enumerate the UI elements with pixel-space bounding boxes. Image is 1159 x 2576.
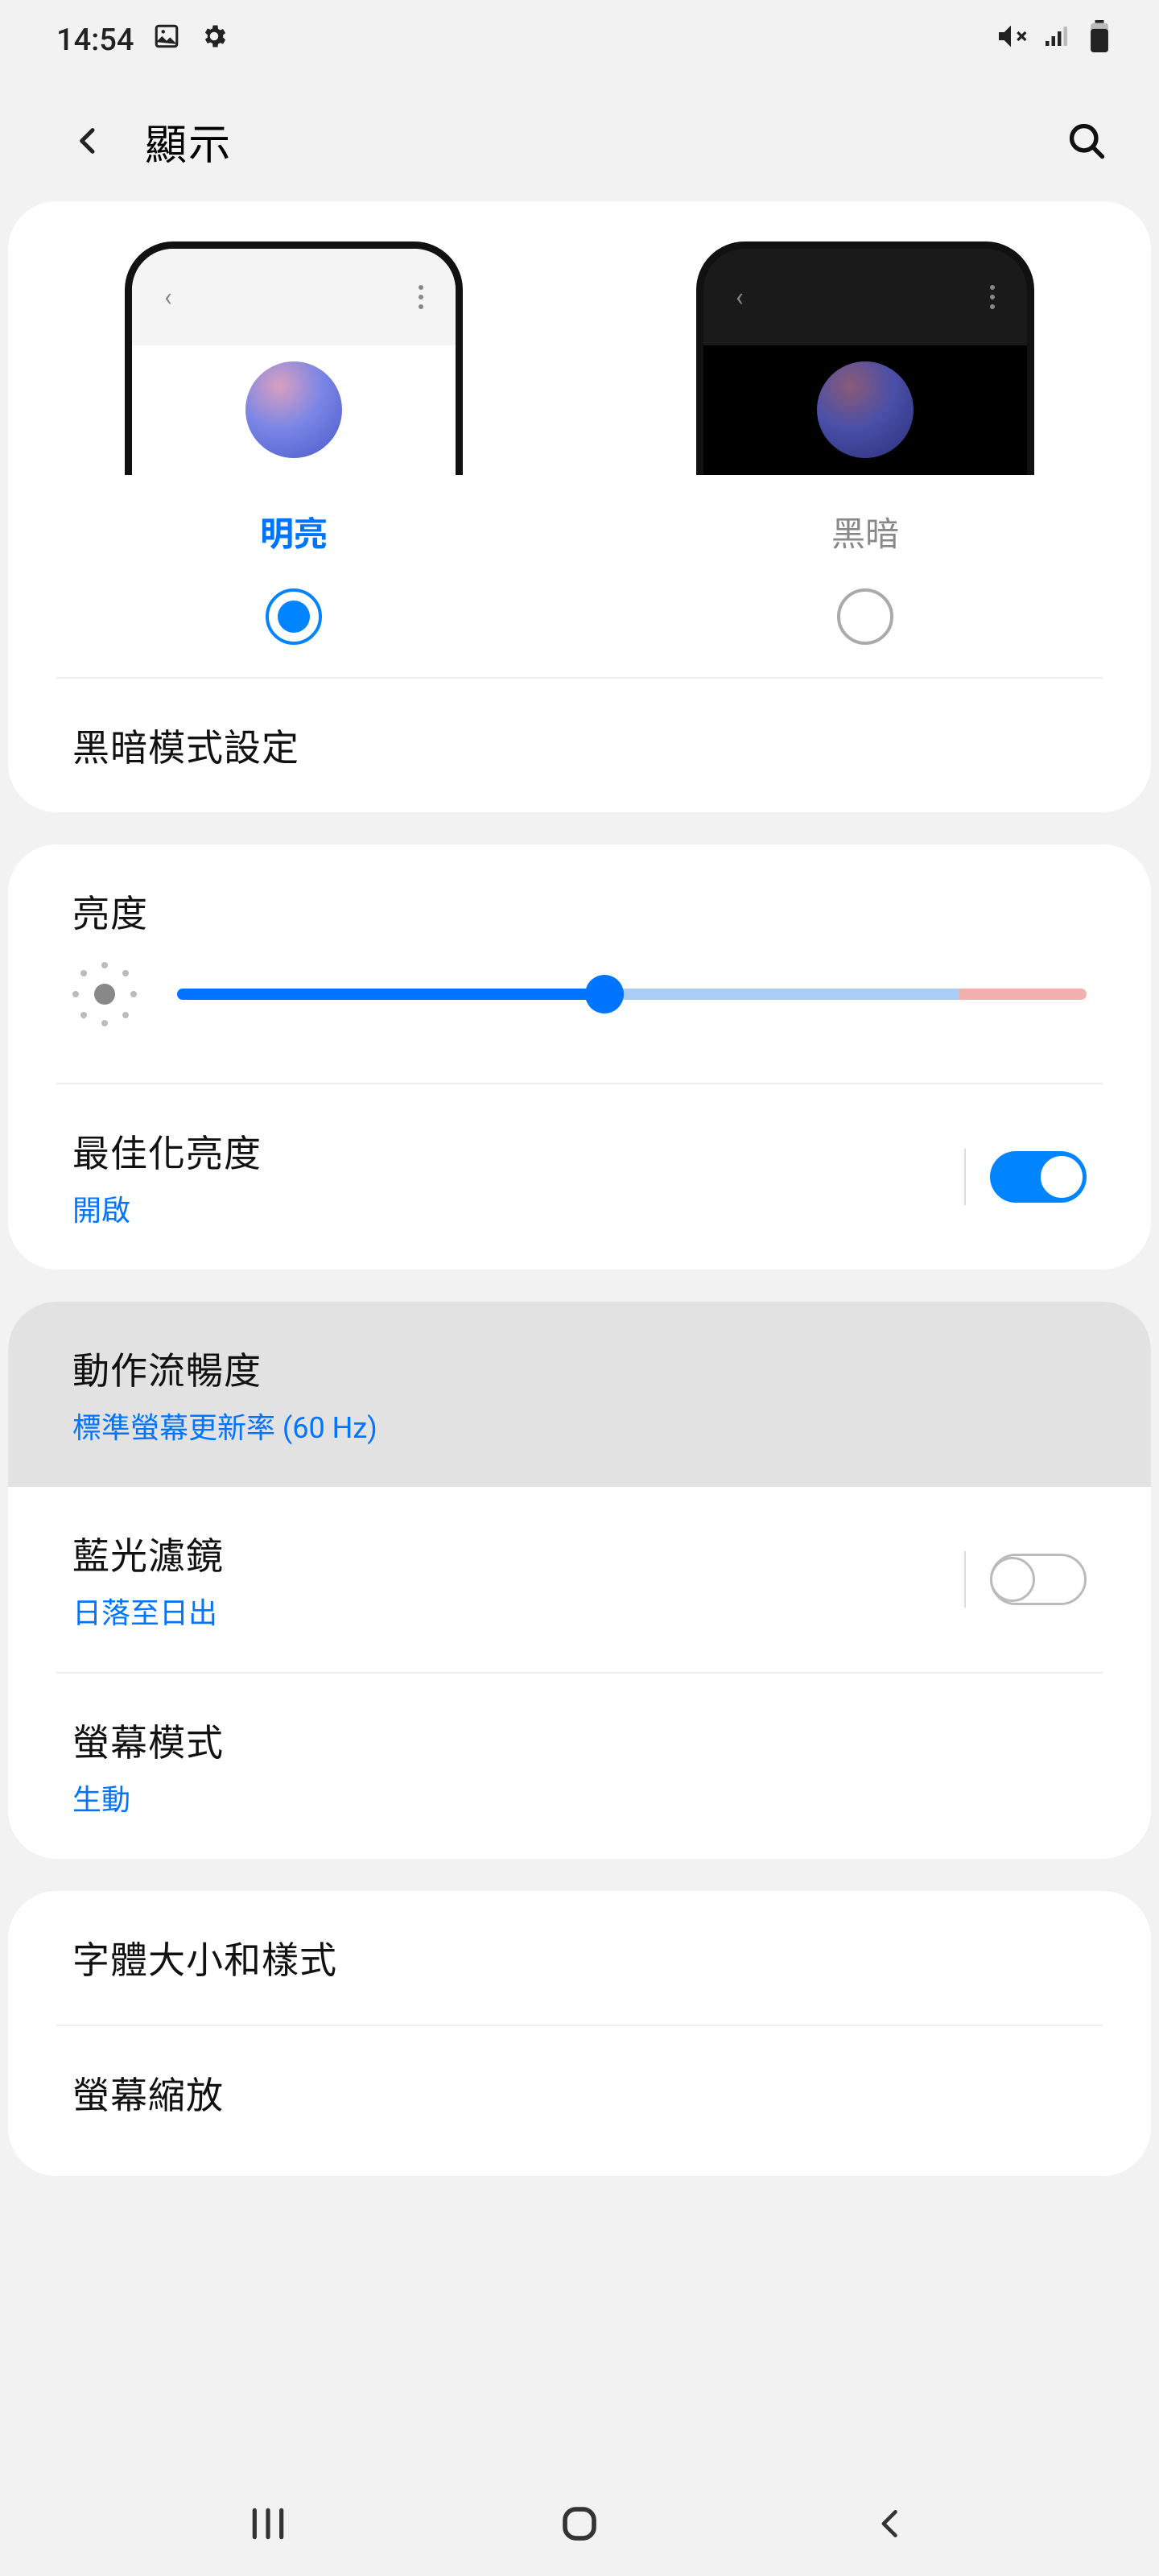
brightness-card: 亮度 最佳化亮度 開啟 bbox=[8, 844, 1151, 1269]
chevron-left-icon: ‹ bbox=[736, 282, 744, 312]
light-theme-radio[interactable] bbox=[266, 588, 322, 645]
theme-option-dark[interactable]: ‹ 黑暗 bbox=[580, 242, 1151, 645]
back-button[interactable] bbox=[64, 117, 113, 165]
motion-smoothness-row[interactable]: 動作流暢度 標準螢幕更新率 (60 Hz) bbox=[8, 1302, 1151, 1487]
blue-light-filter-sub: 日落至日出 bbox=[72, 1590, 224, 1632]
home-button[interactable] bbox=[551, 2496, 608, 2552]
blue-light-filter-title: 藍光濾鏡 bbox=[72, 1527, 224, 1580]
brightness-slider[interactable] bbox=[177, 989, 1087, 1000]
brightness-slider-thumb[interactable] bbox=[585, 975, 624, 1013]
search-button[interactable] bbox=[1062, 117, 1111, 165]
display-options-card: 動作流暢度 標準螢幕更新率 (60 Hz) 藍光濾鏡 日落至日出 螢幕模式 生動 bbox=[8, 1302, 1151, 1859]
navigation-bar bbox=[0, 2471, 1159, 2576]
theme-chooser: ‹ 明亮 ‹ 黑暗 bbox=[8, 201, 1151, 677]
light-theme-preview: ‹ bbox=[125, 242, 463, 475]
preview-circle-icon bbox=[245, 361, 342, 458]
divider bbox=[964, 1551, 966, 1608]
dark-theme-label: 黑暗 bbox=[831, 507, 899, 556]
app-header: 顯示 bbox=[0, 80, 1159, 201]
recent-apps-button[interactable] bbox=[240, 2496, 296, 2552]
mute-vibrate-icon bbox=[995, 20, 1027, 60]
screen-mode-sub: 生動 bbox=[72, 1777, 224, 1818]
font-size-style-title: 字體大小和樣式 bbox=[72, 1931, 337, 1984]
image-icon bbox=[153, 23, 180, 58]
adaptive-brightness-toggle[interactable] bbox=[990, 1151, 1087, 1203]
nav-back-button[interactable] bbox=[863, 2496, 919, 2552]
status-time: 14:54 bbox=[56, 23, 134, 58]
chevron-left-icon: ‹ bbox=[164, 282, 172, 312]
dark-theme-preview: ‹ bbox=[696, 242, 1034, 475]
page-title: 顯示 bbox=[145, 111, 232, 171]
adaptive-brightness-title: 最佳化亮度 bbox=[72, 1125, 262, 1178]
gear-icon bbox=[200, 22, 229, 59]
adaptive-brightness-status: 開啟 bbox=[72, 1187, 262, 1229]
adaptive-brightness-row[interactable]: 最佳化亮度 開啟 bbox=[8, 1084, 1151, 1269]
screen-zoom-title: 螢幕縮放 bbox=[72, 2066, 224, 2120]
status-bar: 14:54 bbox=[0, 0, 1159, 80]
theme-option-light[interactable]: ‹ 明亮 bbox=[8, 242, 580, 645]
dark-theme-radio[interactable] bbox=[837, 588, 893, 645]
blue-light-filter-row[interactable]: 藍光濾鏡 日落至日出 bbox=[8, 1487, 1151, 1672]
brightness-slider-row bbox=[8, 962, 1151, 1083]
theme-card: ‹ 明亮 ‹ 黑暗 黑暗模式設定 bbox=[8, 201, 1151, 812]
blue-light-filter-toggle[interactable] bbox=[990, 1554, 1087, 1605]
font-size-style-row[interactable]: 字體大小和樣式 bbox=[8, 1891, 1151, 2025]
font-zoom-card: 字體大小和樣式 螢幕縮放 bbox=[8, 1891, 1151, 2176]
motion-smoothness-sub: 標準螢幕更新率 (60 Hz) bbox=[72, 1405, 377, 1447]
screen-mode-row[interactable]: 螢幕模式 生動 bbox=[8, 1674, 1151, 1859]
signal-icon bbox=[1043, 22, 1072, 59]
dark-mode-settings-row[interactable]: 黑暗模式設定 bbox=[8, 679, 1151, 812]
divider bbox=[964, 1149, 966, 1205]
battery-icon bbox=[1088, 20, 1111, 60]
more-icon bbox=[419, 285, 423, 309]
dark-mode-settings-label: 黑暗模式設定 bbox=[72, 719, 299, 772]
brightness-icon bbox=[72, 962, 137, 1026]
more-icon bbox=[990, 285, 995, 309]
brightness-title: 亮度 bbox=[72, 885, 1087, 938]
preview-circle-icon bbox=[817, 361, 914, 458]
light-theme-label: 明亮 bbox=[260, 507, 328, 556]
motion-smoothness-title: 動作流暢度 bbox=[72, 1342, 377, 1395]
screen-zoom-row[interactable]: 螢幕縮放 bbox=[8, 2026, 1151, 2176]
screen-mode-title: 螢幕模式 bbox=[72, 1714, 224, 1767]
